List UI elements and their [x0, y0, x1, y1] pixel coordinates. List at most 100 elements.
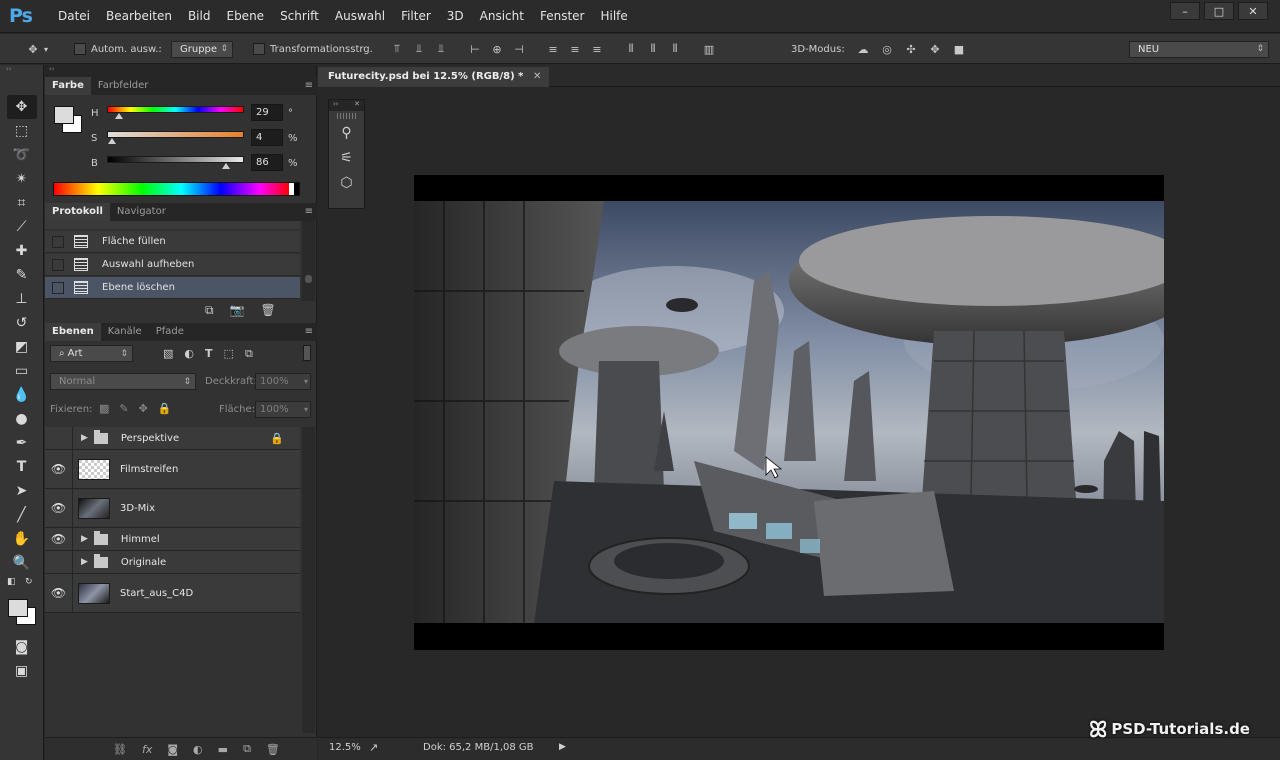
distribute-hcenter-icon[interactable]: ⦀ [646, 42, 660, 56]
saturation-slider[interactable] [107, 131, 244, 138]
fill-field[interactable]: 100% ▾ [255, 401, 311, 418]
lock-pixels-icon[interactable]: ✎ [119, 402, 128, 415]
3d-panel-icon[interactable]: ⬡ [340, 175, 352, 191]
eye-icon[interactable]: 👁 [45, 489, 73, 527]
scale-3d-icon[interactable]: ■ [952, 42, 966, 56]
tab-ebenen[interactable]: Ebenen [45, 323, 101, 341]
saturation-value-field[interactable]: 4 [251, 129, 283, 146]
slide-3d-icon[interactable]: ✥ [928, 42, 942, 56]
blur-tool-icon[interactable]: 💧 [7, 383, 37, 407]
tab-protokoll[interactable]: Protokoll [45, 203, 110, 221]
foreground-color-swatch[interactable] [8, 599, 28, 617]
brightness-slider-thumb[interactable] [222, 163, 230, 169]
status-menu-arrow-icon[interactable]: ▶ [559, 742, 566, 752]
share-icon[interactable]: ↗ [369, 741, 378, 754]
menu-hilfe[interactable]: Hilfe [592, 9, 635, 23]
adjustment-layer-icon[interactable]: ◐ [193, 743, 203, 756]
menu-bearbeiten[interactable]: Bearbeiten [98, 9, 180, 23]
tab-kanaele[interactable]: Kanäle [101, 323, 149, 341]
canvas-area[interactable] [318, 88, 1280, 736]
layer-row-group[interactable]: 👁 ▶ Himmel [45, 528, 300, 551]
stamp-tool-icon[interactable]: ⊥ [7, 287, 37, 311]
roll-3d-icon[interactable]: ◎ [880, 42, 894, 56]
hand-tool-icon[interactable]: ✋ [7, 527, 37, 551]
document-canvas[interactable] [414, 175, 1164, 650]
history-scrollbar[interactable] [302, 221, 315, 301]
brightness-slider[interactable] [107, 156, 244, 163]
filter-smart-object-icon[interactable]: ⧉ [245, 347, 253, 361]
brush-tool-icon[interactable]: ✎ [7, 263, 37, 287]
new-document-from-state-icon[interactable]: ⧉ [205, 303, 214, 318]
filter-type-icon[interactable]: T [205, 347, 213, 361]
lock-position-icon[interactable]: ✥ [139, 402, 148, 415]
lasso-tool-icon[interactable]: ➰ [7, 143, 37, 167]
hue-value-field[interactable]: 29 [251, 104, 283, 121]
swap-colors-icon[interactable]: ↻ [25, 577, 33, 587]
toolbar-collapse-icon[interactable]: ›› [0, 65, 43, 73]
menu-datei[interactable]: Datei [50, 9, 98, 23]
lock-transparency-icon[interactable]: ▩ [99, 402, 109, 415]
align-top-icon[interactable]: ⫪ [390, 42, 404, 56]
delete-layer-icon[interactable]: 🗑 [266, 743, 280, 756]
distribute-top-icon[interactable]: ≡ [546, 42, 560, 56]
eye-icon[interactable]: 👁 [45, 450, 73, 488]
blend-mode-dropdown[interactable]: Normal [50, 373, 196, 390]
history-snapshot-checkbox[interactable] [52, 235, 64, 248]
align-vcenter-icon[interactable]: ⫫ [412, 42, 426, 56]
align-left-icon[interactable]: ⊢ [468, 42, 482, 56]
distribute-bottom-icon[interactable]: ≡ [590, 42, 604, 56]
panel-dock-collapse-icon[interactable]: ‹‹ [45, 65, 316, 77]
healing-brush-tool-icon[interactable]: ✚ [7, 239, 37, 263]
filter-shape-icon[interactable]: ⬚ [224, 347, 234, 361]
mini-panel-close-icon[interactable]: ✕ [354, 100, 360, 111]
magic-wand-tool-icon[interactable]: ✴ [7, 167, 37, 191]
menu-ebene[interactable]: Ebene [218, 9, 272, 23]
eraser-tool-icon[interactable]: ◩ [7, 335, 37, 359]
expand-arrow-icon[interactable]: ▶ [81, 433, 88, 443]
distribute-left-icon[interactable]: ⦀ [624, 42, 638, 56]
menu-bild[interactable]: Bild [180, 9, 219, 23]
new-layer-icon[interactable]: ⧉ [243, 742, 251, 756]
layer-style-fx-icon[interactable]: fx [142, 743, 152, 756]
move-tool-preset[interactable]: ✥ ▾ [26, 40, 48, 58]
eyedropper-tool-icon[interactable]: ⟋ [7, 215, 37, 239]
layer-row[interactable]: 👁 Start_aus_C4D [45, 574, 300, 613]
menu-schrift[interactable]: Schrift [272, 9, 327, 23]
color-ramp[interactable] [53, 182, 300, 196]
history-item[interactable]: Fläche füllen [45, 231, 300, 253]
layer-row[interactable]: 👁 Filmstreifen [45, 450, 300, 489]
quick-mask-icon[interactable]: ◙ [7, 635, 37, 659]
snapshot-camera-icon[interactable]: 📷 [230, 303, 245, 318]
move-tool-icon[interactable]: ✥ [6, 95, 37, 119]
menu-ansicht[interactable]: Ansicht [472, 9, 532, 23]
close-tab-icon[interactable]: ✕ [533, 67, 541, 87]
auto-align-icon[interactable]: ▥ [702, 42, 716, 56]
zoom-tool-icon[interactable]: 🔍 [7, 551, 37, 575]
panel-menu-icon[interactable]: ≡ [305, 326, 313, 337]
menu-auswahl[interactable]: Auswahl [327, 9, 393, 23]
link-layers-icon[interactable]: ⛓ [113, 743, 127, 756]
filter-toggle-switch[interactable] [303, 345, 311, 361]
auto-select-toggle[interactable]: Autom. ausw.: [74, 40, 162, 58]
auto-select-checkbox[interactable] [74, 43, 86, 55]
pan-3d-icon[interactable]: ✣ [904, 42, 918, 56]
workspace-dropdown[interactable]: NEU [1129, 40, 1269, 58]
dodge-tool-icon[interactable]: ● [7, 407, 37, 431]
hue-slider-thumb[interactable] [115, 113, 123, 119]
eye-icon[interactable]: 👁 [45, 574, 73, 612]
history-snapshot-checkbox[interactable] [52, 281, 64, 294]
gradient-tool-icon[interactable]: ▭ [7, 359, 37, 383]
layer-filter-dropdown[interactable]: ⌕ Art [50, 345, 133, 362]
pen-tool-icon[interactable]: ✒ [7, 431, 37, 455]
new-group-icon[interactable]: ▬ [218, 743, 228, 756]
distribute-right-icon[interactable]: ⦀ [668, 42, 682, 56]
filter-pixel-icon[interactable]: ▧ [163, 347, 173, 361]
transform-controls-toggle[interactable]: Transformationsstrg. [253, 40, 373, 58]
document-tab[interactable]: Futurecity.psd bei 12.5% (RGB/8) * ✕ [318, 67, 550, 87]
align-hcenter-icon[interactable]: ⊕ [490, 42, 504, 56]
tab-farbe[interactable]: Farbe [45, 77, 91, 95]
rotate-3d-icon[interactable]: ☁ [856, 42, 870, 56]
distribute-vcenter-icon[interactable]: ≡ [568, 42, 582, 56]
crop-tool-icon[interactable]: ⌗ [7, 191, 37, 215]
close-button[interactable]: ✕ [1238, 2, 1268, 20]
